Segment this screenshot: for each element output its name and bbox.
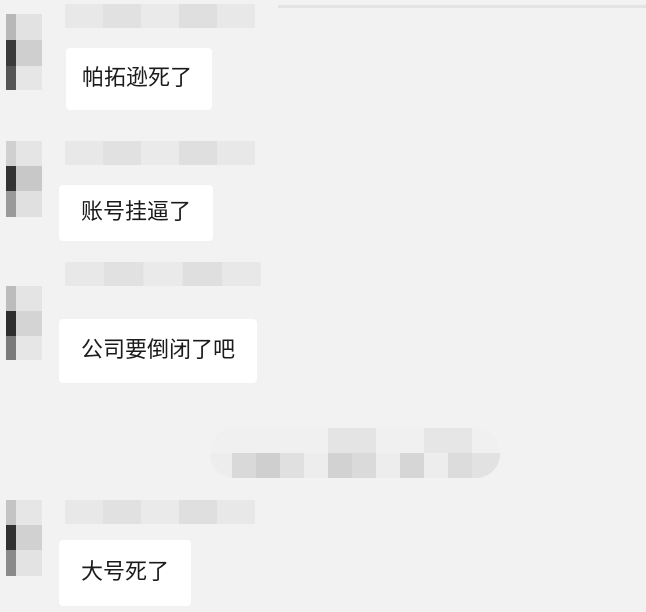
message-text: 大号死了 (81, 560, 170, 585)
message-text: 公司要倒闭了吧 (81, 338, 236, 363)
avatar[interactable] (6, 14, 42, 90)
sender-name-blurred (65, 4, 255, 28)
chat-screen: 帕拓逊死了 账号挂逼了 公司要倒闭了吧 大号死了 (0, 0, 646, 612)
message-bubble[interactable]: 账号挂逼了 (59, 185, 214, 241)
sender-name-blurred (65, 141, 255, 165)
message-text: 帕拓逊死了 (82, 66, 193, 91)
sender-name-blurred (65, 500, 255, 524)
message-bubble[interactable]: 大号死了 (59, 540, 192, 606)
message-text: 账号挂逼了 (81, 200, 192, 225)
message-bubble[interactable]: 帕拓逊死了 (66, 48, 213, 110)
message-bubble[interactable]: 公司要倒闭了吧 (59, 319, 258, 383)
avatar[interactable] (6, 286, 42, 362)
sender-name-blurred (65, 262, 261, 286)
avatar[interactable] (6, 500, 42, 576)
divider (278, 5, 646, 8)
avatar[interactable] (6, 141, 42, 217)
system-message-blurred (210, 428, 500, 478)
